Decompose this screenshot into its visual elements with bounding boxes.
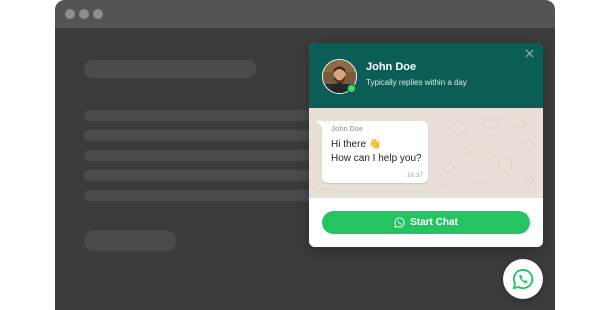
skeleton-text-line (84, 190, 324, 201)
close-icon[interactable] (523, 49, 535, 61)
message-bubble: John Doe Hi there 👋 How can I help you? … (316, 121, 428, 183)
skeleton-button (84, 230, 176, 251)
chat-header: John Doe Typically replies within a day (309, 43, 543, 108)
whatsapp-launcher-button[interactable] (503, 259, 543, 299)
whatsapp-icon (394, 217, 405, 228)
chat-message-area: John Doe Hi there 👋 How can I help you? … (309, 108, 543, 198)
message-sender: John Doe (331, 126, 363, 133)
start-chat-button[interactable]: Start Chat (322, 211, 530, 234)
skeleton-text-line (84, 150, 324, 161)
window-dot-minimize (79, 9, 89, 19)
skeleton-text-line (84, 130, 324, 141)
skeleton-heading (84, 60, 256, 78)
bubble-tail (316, 121, 324, 129)
message-text-line: Hi there 👋 (331, 139, 382, 150)
agent-status: Typically replies within a day (366, 78, 467, 87)
window-dot-close (65, 9, 75, 19)
skeleton-text-line (84, 110, 324, 121)
message-text-line: How can I help you? (331, 153, 422, 164)
window-dot-maximize (93, 9, 103, 19)
skeleton-text-line (84, 170, 324, 181)
browser-title-bar (55, 0, 555, 28)
online-status-dot (347, 84, 356, 93)
chat-popup: John Doe Typically replies within a day (309, 43, 543, 247)
agent-name: John Doe (366, 61, 417, 73)
start-chat-label: Start Chat (410, 217, 458, 228)
whatsapp-icon (512, 268, 534, 290)
message-time: 16:37 (406, 172, 423, 179)
chat-footer: Start Chat (309, 198, 543, 247)
